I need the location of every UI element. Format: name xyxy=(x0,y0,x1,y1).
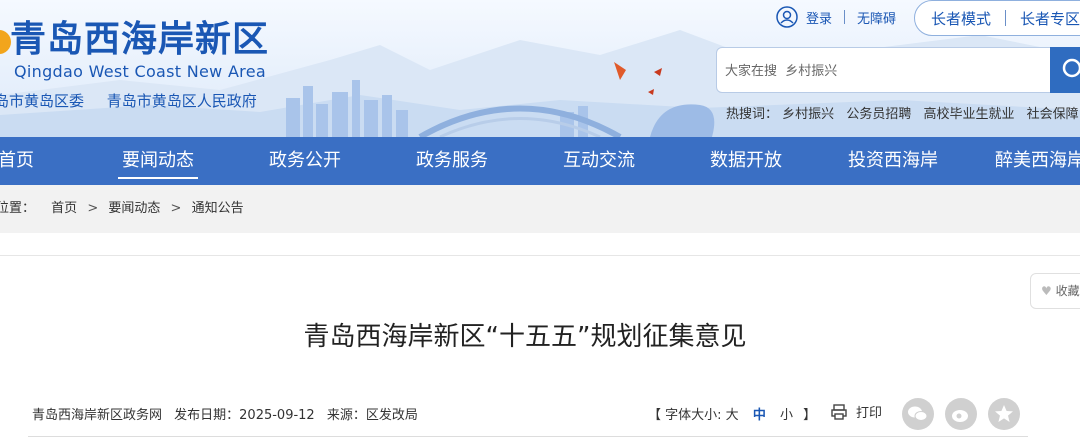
font-medium-button[interactable]: 中 xyxy=(753,408,766,423)
search-button[interactable] xyxy=(1050,47,1080,93)
article-area: ♥ 收藏 青岛西海岸新区“十五五”规划征集意见 青岛西海岸新区政务网 发布日期：… xyxy=(0,255,1080,445)
divider xyxy=(1005,10,1007,26)
accessibility-link[interactable]: 无障碍 xyxy=(857,8,896,27)
elder-mode-link[interactable]: 长者模式 xyxy=(931,8,991,29)
nav-gov-services[interactable]: 政务服务 xyxy=(412,137,492,185)
site-title[interactable]: 青岛西海岸新区 xyxy=(10,18,269,62)
hot-search-item[interactable]: 公务员招聘 xyxy=(846,107,911,122)
font-size-tools: 【 字体大小: 大 中 小 】 xyxy=(648,404,816,423)
nav-scenery[interactable]: 醉美西海岸 xyxy=(990,137,1080,185)
font-small-button[interactable]: 小 xyxy=(780,408,793,423)
search-input[interactable] xyxy=(725,60,1045,82)
breadcrumb-bar: 位置： 首页 > 要闻动态 > 通知公告 xyxy=(0,185,1080,233)
search-icon xyxy=(1062,58,1080,78)
font-large-button[interactable]: 大 xyxy=(726,408,739,423)
article-meta: 青岛西海岸新区政务网 发布日期：2025-09-12 来源：区发改局 xyxy=(32,404,426,423)
divider xyxy=(844,10,846,24)
hot-search-item[interactable]: 社会保障 xyxy=(1027,107,1079,122)
main-nav: 首页 要闻动态 政务公开 政务服务 互动交流 数据开放 投资西海岸 醉美西海岸 xyxy=(0,137,1080,185)
article-title: 青岛西海岸新区“十五五”规划征集意见 xyxy=(303,322,747,352)
hot-search-label: 热搜词： xyxy=(726,107,779,122)
print-label: 打印 xyxy=(856,406,883,421)
breadcrumb-notice[interactable]: 通知公告 xyxy=(192,201,244,216)
heart-icon: ♥ xyxy=(1041,284,1052,298)
star-icon xyxy=(995,405,1013,422)
nav-news[interactable]: 要闻动态 xyxy=(118,137,198,185)
elder-switch: 长者模式 长者专区 xyxy=(914,0,1080,36)
weibo-icon xyxy=(952,410,968,422)
party-gov-links: 岛市黄岛区委 青岛市黄岛区人民政府 xyxy=(0,90,257,111)
article-source: 来源：区发改局 xyxy=(326,408,418,423)
breadcrumb: 位置： 首页 > 要闻动态 > 通知公告 xyxy=(0,185,244,233)
share-qzone-button[interactable] xyxy=(988,398,1020,430)
print-button[interactable]: 打印 xyxy=(830,402,882,421)
favorite-label: 收藏 xyxy=(1055,284,1080,298)
font-size-end: 】 xyxy=(803,408,817,423)
site-title-en: Qingdao West Coast New Area xyxy=(14,62,266,81)
site-header: 青岛西海岸新区 Qingdao West Coast New Area 岛市黄岛… xyxy=(0,0,1080,137)
hot-search: 热搜词： 乡村振兴 公务员招聘 高校毕业生就业 社会保障 xyxy=(726,103,1080,122)
nav-open-data[interactable]: 数据开放 xyxy=(706,137,786,185)
hot-search-item[interactable]: 高校毕业生就业 xyxy=(923,107,1014,122)
breadcrumb-separator: > xyxy=(170,201,182,216)
breadcrumb-news[interactable]: 要闻动态 xyxy=(108,201,160,216)
divider xyxy=(28,436,1028,437)
top-tools: 登录 无障碍 xyxy=(776,4,896,30)
search-box xyxy=(716,47,1056,93)
breadcrumb-home[interactable]: 首页 xyxy=(51,201,77,216)
login-link[interactable]: 登录 xyxy=(806,8,832,27)
breadcrumb-prefix: 位置： xyxy=(0,201,36,216)
government-link[interactable]: 青岛市黄岛区人民政府 xyxy=(107,90,257,111)
favorite-button[interactable]: ♥ 收藏 xyxy=(1030,273,1080,309)
elder-zone-link[interactable]: 长者专区 xyxy=(1020,8,1080,29)
share-weibo-button[interactable] xyxy=(945,398,977,430)
party-committee-link[interactable]: 岛市黄岛区委 xyxy=(0,90,84,111)
article-date: 发布日期：2025-09-12 xyxy=(174,408,315,423)
hot-search-item[interactable]: 乡村振兴 xyxy=(782,107,834,122)
printer-icon xyxy=(831,403,847,420)
nav-interaction[interactable]: 互动交流 xyxy=(559,137,639,185)
share-wechat-button[interactable] xyxy=(902,398,934,430)
font-size-label: 【 字体大小: xyxy=(648,408,726,423)
nav-invest[interactable]: 投资西海岸 xyxy=(843,137,943,185)
breadcrumb-separator: > xyxy=(87,201,99,216)
nav-gov-affairs[interactable]: 政务公开 xyxy=(265,137,345,185)
article-site: 青岛西海岸新区政务网 xyxy=(32,408,163,423)
wechat-icon xyxy=(908,406,928,421)
nav-home[interactable]: 首页 xyxy=(0,137,36,185)
user-icon[interactable] xyxy=(776,6,798,28)
